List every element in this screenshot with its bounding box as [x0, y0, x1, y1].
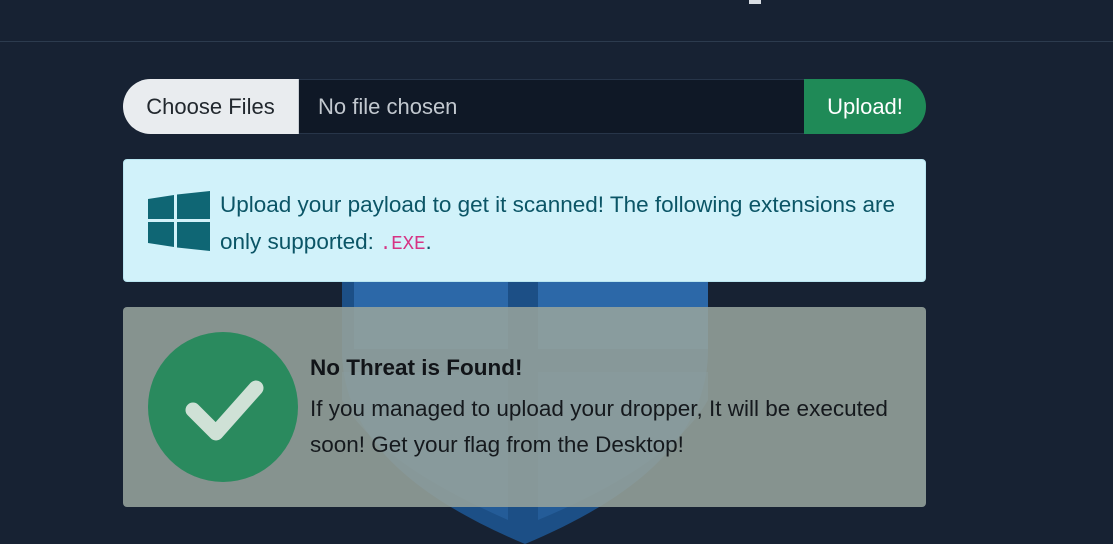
checkmark-icon [185, 380, 264, 441]
choose-files-button[interactable]: Choose Files [123, 79, 299, 134]
check-circle-icon [148, 332, 298, 482]
result-title: No Threat is Found! [310, 355, 523, 380]
file-chosen-status[interactable]: No file chosen [299, 79, 804, 134]
header-partial-glyph [749, 0, 761, 4]
supported-extension: .EXE [379, 233, 426, 255]
info-message-trailing: . [425, 229, 432, 254]
top-header-bar [0, 0, 1113, 42]
page: Choose Files No file chosen Upload! Uplo… [0, 0, 1113, 544]
windows-logo-icon [148, 191, 210, 251]
info-alert: Upload your payload to get it scanned! T… [123, 159, 926, 282]
result-message: If you managed to upload your dropper, I… [310, 396, 888, 457]
info-message-text: Upload your payload to get it scanned! T… [220, 192, 896, 254]
info-message: Upload your payload to get it scanned! T… [220, 186, 900, 263]
scan-result-alert: No Threat is Found! If you managed to up… [123, 307, 926, 507]
upload-button[interactable]: Upload! [804, 79, 926, 134]
file-upload-group: Choose Files No file chosen Upload! [123, 79, 926, 134]
